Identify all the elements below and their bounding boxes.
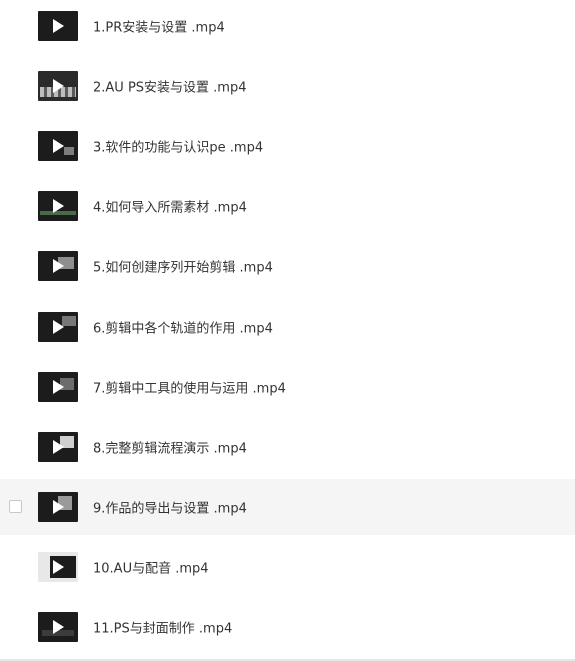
file-name: 8.完整剪辑流程演示 .mp4 bbox=[93, 441, 247, 457]
video-thumbnail-icon bbox=[38, 251, 78, 281]
file-name: 6.剪辑中各个轨道的作用 .mp4 bbox=[93, 321, 273, 337]
file-row-hovered[interactable]: 9.作品的导出与设置 .mp4 bbox=[0, 479, 575, 535]
video-thumbnail-icon bbox=[38, 131, 78, 161]
file-name: 5.如何创建序列开始剪辑 .mp4 bbox=[93, 260, 273, 276]
file-name: 11.PS与封面制作 .mp4 bbox=[93, 621, 233, 637]
row-checkbox[interactable] bbox=[9, 500, 22, 513]
play-icon bbox=[53, 139, 64, 153]
video-thumbnail-icon bbox=[38, 432, 78, 462]
file-name: 9.作品的导出与设置 .mp4 bbox=[93, 501, 247, 517]
video-thumbnail-icon bbox=[38, 11, 78, 41]
file-row[interactable]: 8.完整剪辑流程演示 .mp4 bbox=[0, 419, 575, 475]
video-thumbnail-icon bbox=[38, 191, 78, 221]
file-row[interactable]: 6.剪辑中各个轨道的作用 .mp4 bbox=[0, 299, 575, 355]
play-icon bbox=[53, 560, 64, 574]
file-name: 2.AU PS安装与设置 .mp4 bbox=[93, 80, 247, 96]
file-name: 10.AU与配音 .mp4 bbox=[93, 561, 209, 577]
video-thumbnail-icon bbox=[38, 492, 78, 522]
file-row[interactable]: 10.AU与配音 .mp4 bbox=[0, 539, 575, 595]
video-thumbnail-icon bbox=[38, 372, 78, 402]
video-thumbnail-icon bbox=[38, 71, 78, 101]
file-list: 1.PR安装与设置 .mp4 2.AU PS安装与设置 .mp4 3.软件的功能… bbox=[0, 0, 575, 661]
file-name: 4.如何导入所需素材 .mp4 bbox=[93, 200, 247, 216]
play-icon bbox=[53, 259, 64, 273]
play-icon bbox=[53, 19, 64, 33]
video-thumbnail-icon bbox=[38, 552, 78, 582]
play-icon bbox=[53, 79, 64, 93]
file-row[interactable]: 11.PS与封面制作 .mp4 bbox=[0, 599, 575, 655]
file-name: 3.软件的功能与认识pe .mp4 bbox=[93, 140, 264, 156]
play-icon bbox=[53, 500, 64, 514]
play-icon bbox=[53, 320, 64, 334]
play-icon bbox=[53, 620, 64, 634]
file-row[interactable]: 4.如何导入所需素材 .mp4 bbox=[0, 178, 575, 234]
file-row[interactable]: 1.PR安装与设置 .mp4 bbox=[0, 0, 575, 54]
file-name: 1.PR安装与设置 .mp4 bbox=[93, 20, 225, 36]
play-icon bbox=[53, 199, 64, 213]
file-name: 7.剪辑中工具的使用与运用 .mp4 bbox=[93, 381, 286, 397]
video-thumbnail-icon bbox=[38, 312, 78, 342]
file-row[interactable]: 3.软件的功能与认识pe .mp4 bbox=[0, 118, 575, 174]
play-icon bbox=[53, 380, 64, 394]
file-row[interactable]: 7.剪辑中工具的使用与运用 .mp4 bbox=[0, 359, 575, 415]
file-row[interactable]: 5.如何创建序列开始剪辑 .mp4 bbox=[0, 238, 575, 294]
play-icon bbox=[53, 440, 64, 454]
file-row[interactable]: 2.AU PS安装与设置 .mp4 bbox=[0, 58, 575, 114]
video-thumbnail-icon bbox=[38, 612, 78, 642]
